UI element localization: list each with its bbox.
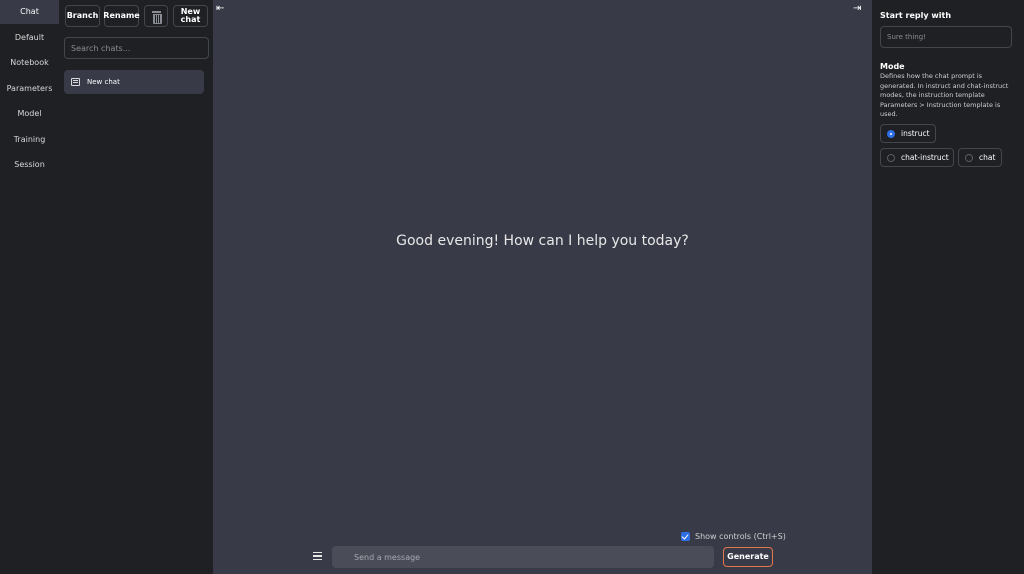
tab-training[interactable]: Training [0, 128, 59, 152]
branch-button[interactable]: Branch [65, 5, 100, 27]
start-reply-label: Start reply with [880, 11, 952, 20]
greeting-message: Good evening! How can I help you today? [396, 233, 689, 249]
show-controls-label: Show controls (Ctrl+S) [695, 531, 786, 541]
mode-option-label: instruct [901, 129, 930, 138]
hamburger-menu-icon[interactable] [313, 552, 322, 560]
tab-chat[interactable]: Chat [0, 0, 59, 24]
mode-option-chat[interactable]: chat [958, 148, 1002, 167]
message-input[interactable] [332, 546, 714, 568]
generate-button[interactable]: Generate [723, 547, 773, 567]
mode-description: Defines how the chat prompt is generated… [880, 72, 1009, 118]
tabs-sidebar: ✕ Chat Default Notebook Parameters Model… [0, 0, 59, 574]
tab-default[interactable]: Default [0, 26, 59, 50]
new-chat-button[interactable]: New chat [173, 5, 208, 27]
mode-option-chat-instruct[interactable]: chat-instruct [880, 148, 954, 167]
tab-parameters[interactable]: Parameters [0, 77, 59, 101]
show-controls-checkbox[interactable] [681, 531, 690, 541]
tab-model[interactable]: Model [0, 102, 59, 126]
chat-history-item[interactable]: New chat [64, 70, 204, 94]
collapse-right-sidebar-icon[interactable]: ⇥ [853, 3, 865, 15]
chat-history-item-label: New chat [87, 78, 120, 86]
search-chats-input[interactable] [64, 37, 209, 59]
new-chat-label-line2: chat [180, 15, 201, 24]
mode-label: Mode [880, 62, 905, 71]
delete-chat-button[interactable] [144, 5, 168, 27]
mode-option-instruct[interactable]: instruct [880, 124, 936, 143]
mode-option-label: chat-instruct [901, 153, 949, 162]
start-reply-input[interactable] [880, 26, 1012, 48]
trash-icon [151, 10, 162, 24]
tab-notebook[interactable]: Notebook [0, 51, 59, 75]
chat-bubble-icon [71, 78, 80, 86]
mode-option-label: chat [979, 153, 996, 162]
rename-button[interactable]: Rename [103, 5, 140, 27]
radio-unchecked-icon [965, 153, 973, 162]
radio-checked-icon [887, 129, 895, 138]
radio-unchecked-icon [887, 153, 895, 162]
collapse-left-sidebar-icon[interactable]: ⇤ [216, 3, 228, 15]
tab-session[interactable]: Session [0, 153, 59, 177]
show-controls-toggle[interactable]: Show controls (Ctrl+S) [681, 530, 786, 542]
